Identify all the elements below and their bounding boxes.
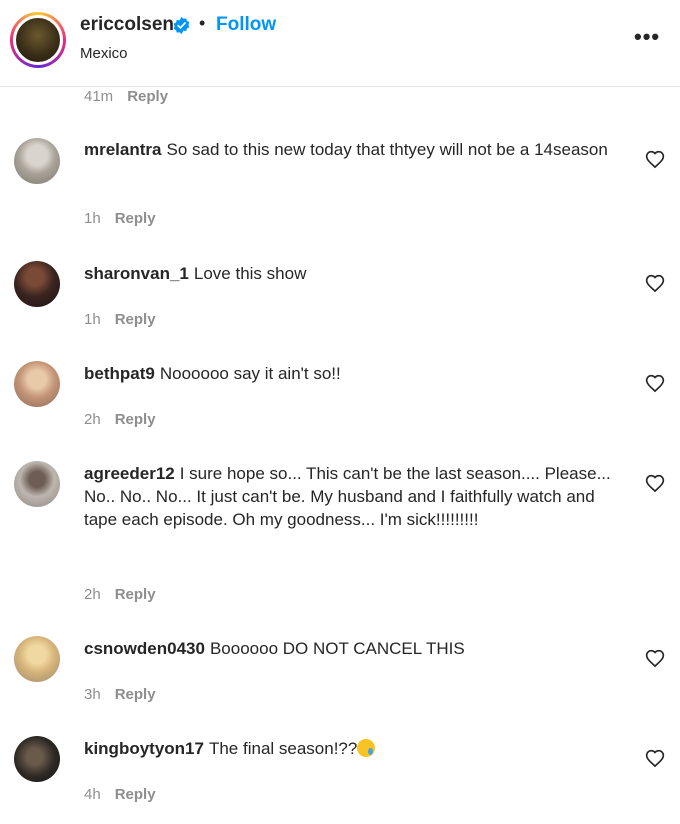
comment-meta: 3h Reply [84, 686, 156, 703]
reply-button[interactable]: Reply [115, 586, 156, 603]
heart-outline-icon[interactable] [645, 474, 665, 494]
commenter-username[interactable]: mrelantra [84, 140, 161, 159]
header-separator: • [199, 13, 206, 33]
reply-button[interactable]: Reply [115, 311, 156, 328]
post-location[interactable]: Mexico [80, 45, 128, 62]
comment-meta: 1h Reply [84, 311, 156, 328]
heart-outline-icon[interactable] [645, 374, 665, 394]
comment-body: So sad to this new today that thtyey wil… [166, 140, 608, 159]
heart-outline-icon[interactable] [645, 150, 665, 170]
heart-outline-icon[interactable] [645, 749, 665, 769]
more-options-icon[interactable]: ••• [634, 24, 660, 50]
commenter-avatar[interactable] [14, 736, 60, 782]
comment-time: 2h [84, 411, 101, 428]
commenter-username[interactable]: sharonvan_1 [84, 264, 189, 283]
comment-time: 4h [84, 786, 101, 803]
comment-meta: 2h Reply [84, 411, 156, 428]
commenter-avatar[interactable] [14, 138, 60, 184]
reply-button[interactable]: Reply [115, 210, 156, 227]
comment-meta: 4h Reply [84, 786, 156, 803]
comment-text: kingboytyon17 The final season!?? [84, 737, 619, 760]
comment-text: agreeder12 I sure hope so... This can't b… [84, 462, 619, 531]
reply-button[interactable]: Reply [127, 88, 168, 105]
reply-button[interactable]: Reply [115, 786, 156, 803]
comment-text: sharonvan_1 Love this show [84, 262, 619, 285]
comment-meta: 2h Reply [84, 586, 156, 603]
commenter-avatar[interactable] [14, 461, 60, 507]
comment-time: 2h [84, 586, 101, 603]
reply-button[interactable]: Reply [115, 686, 156, 703]
caption-meta: 41m Reply [84, 88, 168, 105]
comment-time: 1h [84, 210, 101, 227]
comment-body: Boooooo DO NOT CANCEL THIS [209, 639, 465, 658]
commenter-avatar[interactable] [14, 261, 60, 307]
heart-outline-icon[interactable] [645, 274, 665, 294]
comment-body: Love this show [193, 264, 307, 283]
commenter-username[interactable]: agreeder12 [84, 464, 175, 483]
comment-body: Noooooo say it ain't so!! [159, 364, 341, 383]
commenter-avatar[interactable] [14, 361, 60, 407]
reply-button[interactable]: Reply [115, 411, 156, 428]
author-avatar[interactable] [10, 12, 66, 68]
comment-text: csnowden0430 Boooooo DO NOT CANCEL THIS [84, 637, 619, 660]
comment-time: 41m [84, 88, 114, 105]
commenter-avatar[interactable] [14, 636, 60, 682]
commenter-username[interactable]: kingboytyon17 [84, 739, 204, 758]
comment-time: 1h [84, 311, 101, 328]
comment-time: 3h [84, 686, 101, 703]
comment-meta: 1h Reply [84, 210, 156, 227]
author-username[interactable]: ericcolsen [80, 14, 174, 36]
commenter-username[interactable]: bethpat9 [84, 364, 155, 383]
comment-text: bethpat9 Noooooo say it ain't so!! [84, 362, 619, 385]
comment-body: The final season!?? [208, 739, 358, 758]
crying-face-emoji-icon [357, 739, 376, 757]
comment-text: mrelantra So sad to this new today that t… [84, 138, 619, 161]
heart-outline-icon[interactable] [645, 649, 665, 669]
follow-button[interactable]: Follow [216, 14, 276, 36]
verified-badge-icon [173, 17, 190, 34]
post-header: ericcolsen • Follow Mexico ••• [0, 0, 680, 87]
commenter-username[interactable]: csnowden0430 [84, 639, 205, 658]
